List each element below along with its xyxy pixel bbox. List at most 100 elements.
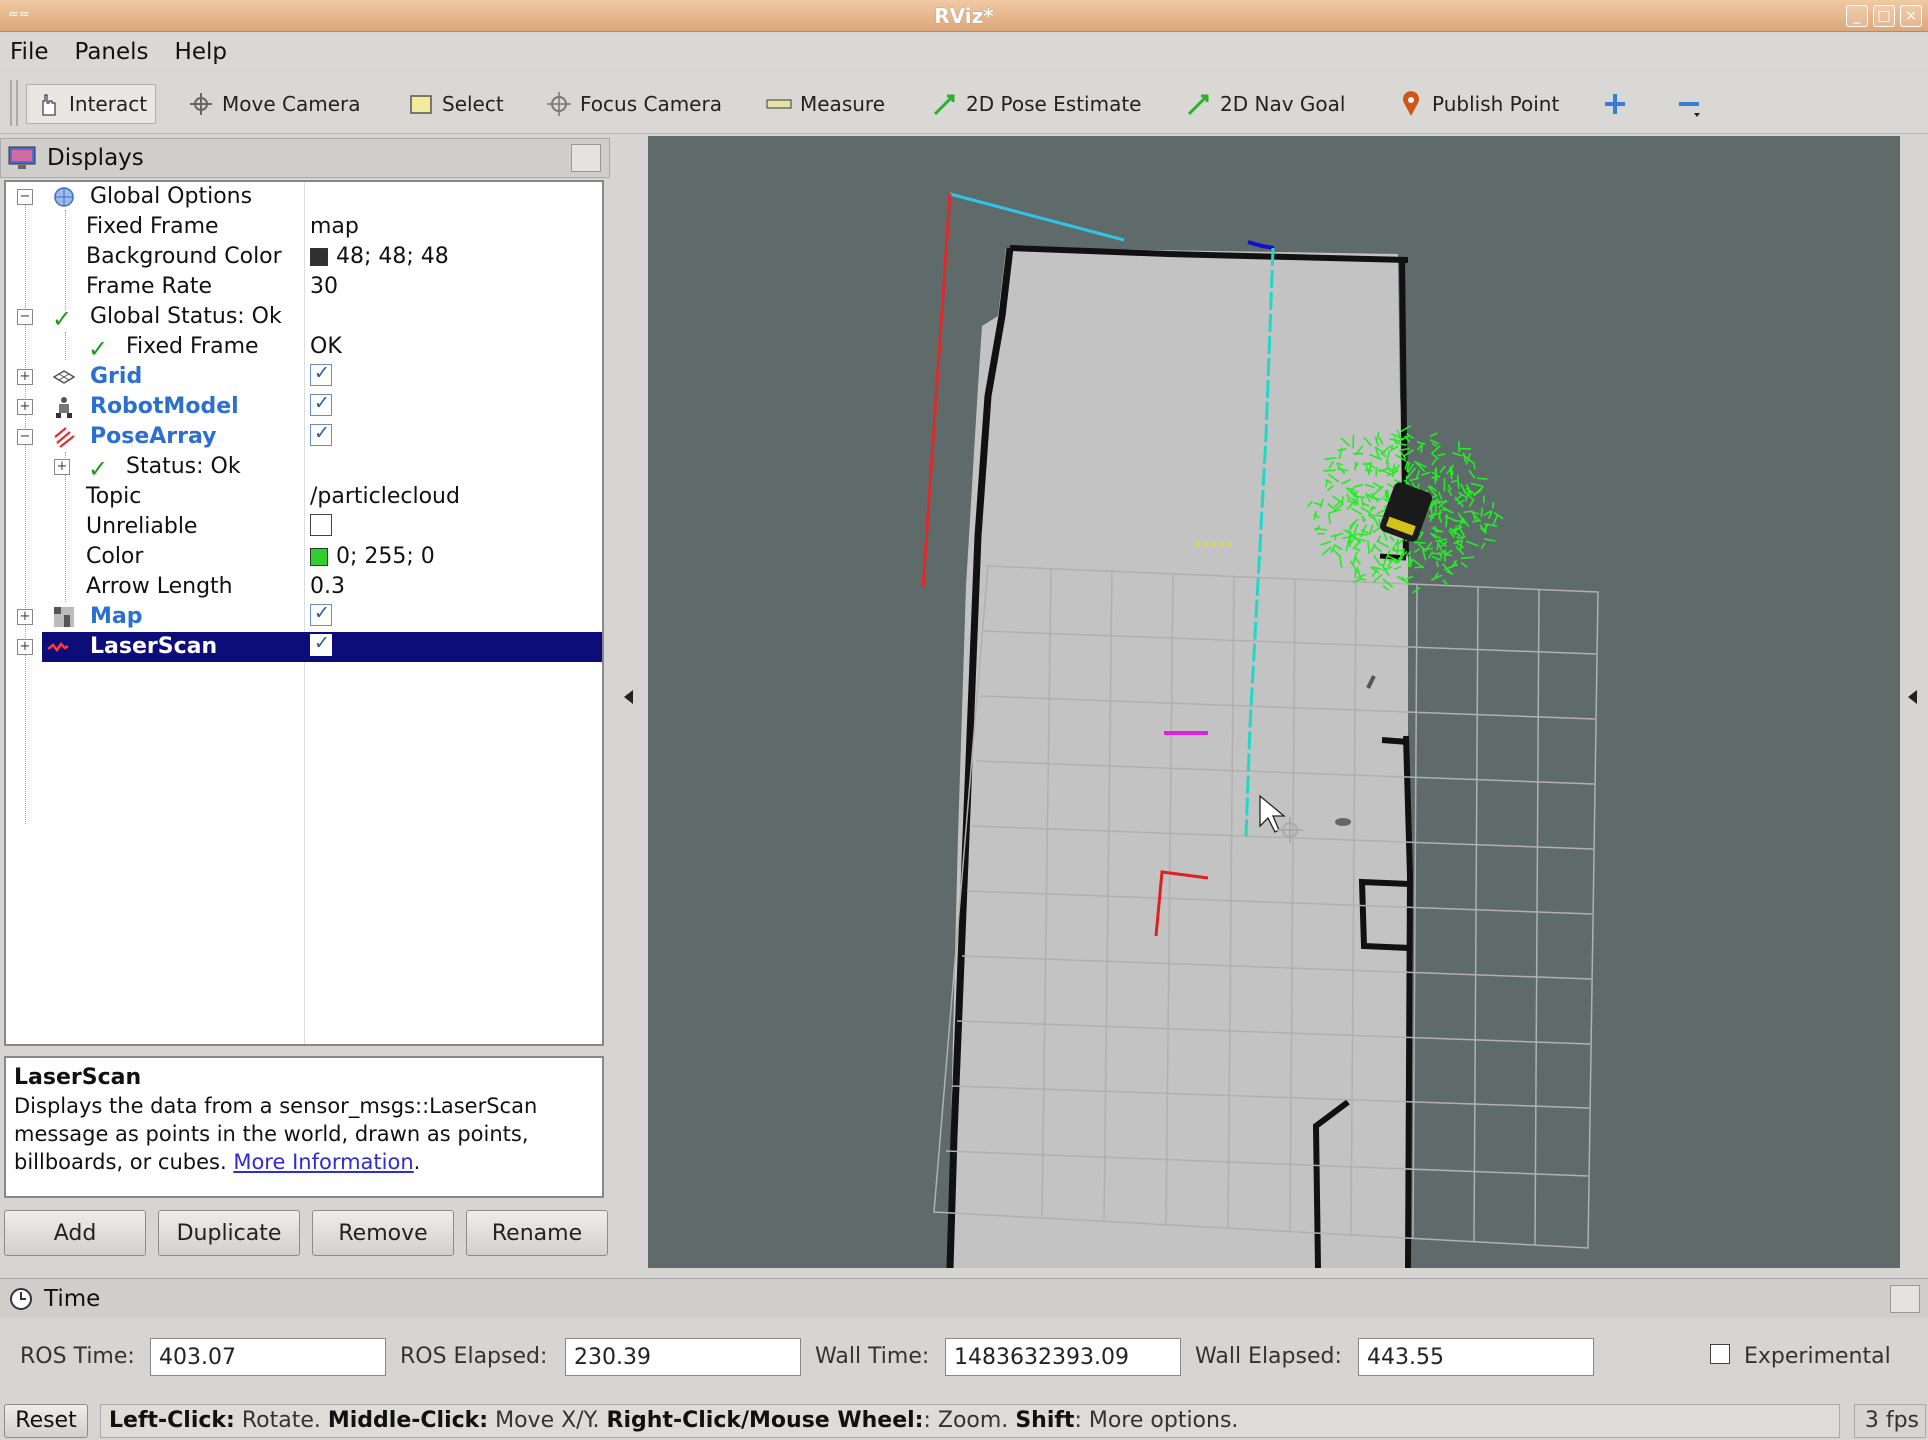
collapse-icon[interactable]: − [17,429,33,445]
tree-row-unreliable[interactable]: Unreliable [6,512,602,542]
experimental-checkbox[interactable] [1710,1344,1730,1364]
tree-row-frame-rate[interactable]: Frame Rate 30 [6,272,602,302]
tree-row-fixed-frame-status[interactable]: ✓ Fixed Frame OK [6,332,602,363]
nav-goal-button[interactable]: 2D Nav Goal [1178,84,1353,124]
wall-elapsed-label: Wall Elapsed: [1195,1344,1342,1369]
pose-estimate-button[interactable]: 2D Pose Estimate [924,84,1150,124]
render-view[interactable] [648,136,1900,1268]
robot-model-enabled-checkbox[interactable] [310,392,332,416]
unreliable-checkbox[interactable] [310,514,332,536]
focus-camera-button[interactable]: Focus Camera [538,84,730,124]
tree-row-color[interactable]: Color 0; 255; 0 [6,542,602,572]
expand-icon[interactable]: + [17,369,33,385]
tree-label: Topic [86,484,142,509]
maximize-icon[interactable]: □ [1873,5,1895,27]
toolbar-grip[interactable] [10,80,18,126]
tree-value: OK [310,334,342,359]
reset-button[interactable]: Reset [4,1404,88,1438]
particle-arrow [1463,510,1473,514]
menu-help[interactable]: Help [175,39,227,65]
expand-icon[interactable]: + [17,399,33,415]
green-arrow-icon [1187,94,1209,116]
tree-row-arrow-length[interactable]: Arrow Length 0.3 [6,572,602,602]
display-buttons: Add Duplicate Remove Rename [4,1210,608,1260]
tree-row-fixed-frame[interactable]: Fixed Frame map [6,212,602,242]
tree-label: Global Status: Ok [90,304,282,329]
add-button[interactable]: Add [4,1210,146,1256]
menu-file[interactable]: File [10,39,49,65]
tree-value[interactable]: 30 [310,274,338,299]
ros-time-field[interactable]: 403.07 [150,1338,386,1376]
minimize-icon[interactable]: _ [1846,5,1868,27]
tree-row-global-status[interactable]: − ✓ Global Status: Ok [6,302,602,333]
tree-row-laser-scan[interactable]: LaserScan [42,632,602,662]
wall-elapsed-field[interactable]: 443.55 [1358,1338,1594,1376]
pose-array-enabled-checkbox[interactable] [310,422,332,446]
expand-right-icon[interactable] [1908,690,1917,704]
time-title: Time [44,1285,101,1312]
tree-row-background-color[interactable]: Background Color 48; 48; 48 [6,242,602,272]
window-title: RViz* [934,4,994,28]
particle-arrow [1323,469,1336,472]
expand-icon[interactable]: + [17,639,33,655]
ros-elapsed-field[interactable]: 230.39 [565,1338,801,1376]
particle-arrow [1388,559,1397,562]
rename-button[interactable]: Rename [466,1210,608,1256]
tree-row-pose-array[interactable]: − PoseArray [6,422,602,452]
tree-value-color[interactable]: 48; 48; 48 [310,244,449,269]
select-icon [410,95,432,114]
tree-label: Background Color [86,244,282,269]
tree-row-topic[interactable]: Topic /particlecloud [6,482,602,512]
laser-scan-enabled-checkbox[interactable] [310,632,332,656]
publish-point-button[interactable]: Publish Point [1390,84,1567,124]
move-camera-button[interactable]: Move Camera [180,84,368,124]
left-panel-splitter[interactable] [612,138,648,1268]
particle-arrow [1412,558,1424,568]
interact-button[interactable]: Interact [26,84,157,124]
menu-panels[interactable]: Panels [75,39,149,65]
map-obstacle [1335,818,1351,826]
particle-arrow [1453,540,1461,544]
particle-arrow [1431,453,1440,460]
tree-row-global-options[interactable]: − Global Options [6,182,602,212]
remove-tool-button[interactable] [1668,84,1710,124]
wall-time-field[interactable]: 1483632393.09 [945,1338,1181,1376]
particle-arrow [1439,465,1446,474]
more-information-link[interactable]: More Information [233,1150,413,1174]
grid-enabled-checkbox[interactable] [310,362,332,386]
expand-icon[interactable]: + [54,459,70,475]
particle-arrow [1420,445,1423,453]
collapse-icon[interactable]: − [17,189,33,205]
particle-arrow [1438,491,1443,501]
collapse-left-icon[interactable] [624,690,633,704]
tree-value[interactable]: 0.3 [310,574,345,599]
map-enabled-checkbox[interactable] [310,602,332,626]
right-panel-splitter[interactable] [1900,138,1928,1268]
pose-estimate-label: 2D Pose Estimate [966,92,1142,116]
select-button[interactable]: Select [400,84,512,124]
undock-button[interactable] [571,144,601,172]
collapse-icon[interactable]: − [17,309,33,325]
undock-button[interactable] [1890,1285,1920,1313]
tree-row-grid[interactable]: + Grid [6,362,602,392]
expand-icon[interactable]: + [17,609,33,625]
displays-title: Displays [47,145,144,171]
particle-arrow [1470,482,1484,487]
particle-arrow [1468,469,1476,479]
remove-button[interactable]: Remove [312,1210,454,1256]
particle-arrow [1386,461,1389,469]
title-bar: ≈≈ RViz* _ □ × [0,0,1928,32]
add-tool-button[interactable] [1594,84,1636,124]
tree-value-color[interactable]: 0; 255; 0 [310,544,435,569]
display-description: LaserScan Displays the data from a senso… [4,1056,604,1198]
particle-arrow [1466,540,1479,547]
measure-button[interactable]: Measure [758,84,893,124]
tree-row-map[interactable]: + Map [6,602,602,632]
tree-value[interactable]: /particlecloud [310,484,460,509]
duplicate-button[interactable]: Duplicate [158,1210,300,1256]
close-icon[interactable]: × [1900,5,1922,27]
tree-row-robot-model[interactable]: + RobotModel [6,392,602,422]
particle-arrow [1492,501,1495,509]
tree-row-pose-array-status[interactable]: + ✓ Status: Ok [6,452,602,483]
tree-value[interactable]: map [310,214,359,239]
